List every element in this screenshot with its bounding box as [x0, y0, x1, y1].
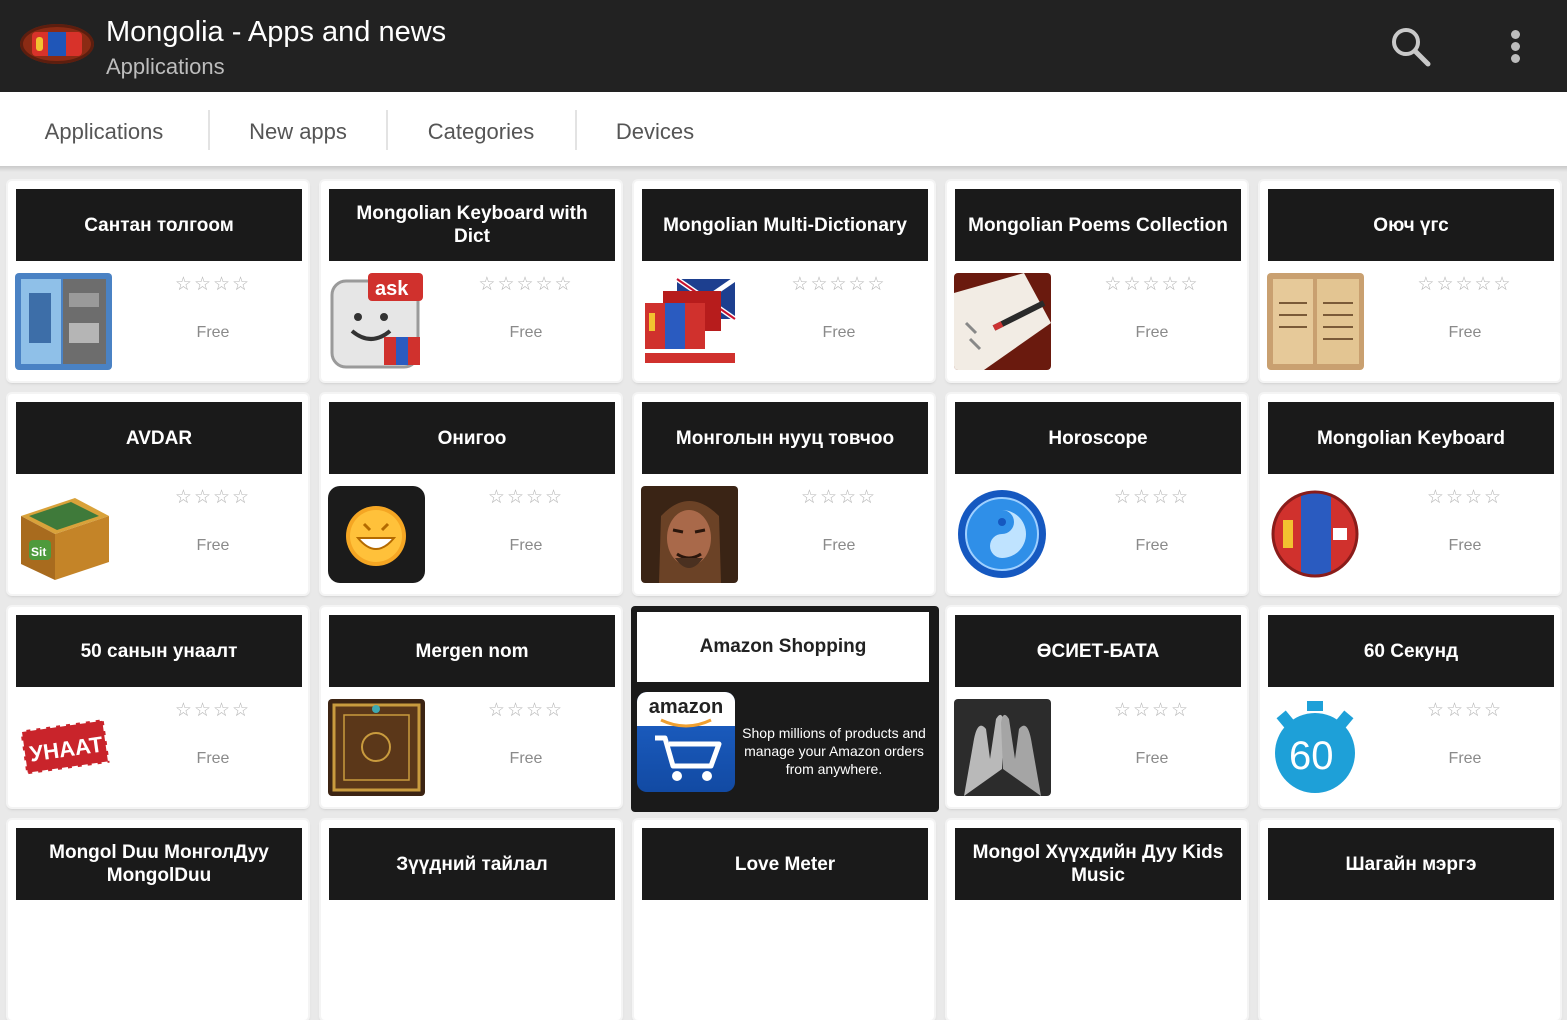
sponsored-ad-card[interactable]: Amazon Shopping amazon Shop millions of …	[631, 606, 939, 812]
rating-stars: ☆☆☆☆☆	[791, 274, 887, 295]
amazon-cart-icon: amazon	[637, 692, 735, 792]
app-price: Free	[509, 324, 543, 341]
rating-stars: ☆☆☆☆	[487, 487, 565, 508]
rating-stars: ☆☆☆☆	[1113, 700, 1191, 721]
app-price: Free	[196, 324, 230, 341]
keyboard-ask-icon: ask	[328, 273, 425, 370]
tab-bar: Applications New apps Categories Devices	[0, 92, 1567, 168]
tab-applications[interactable]: Applications	[14, 92, 194, 168]
rating-stars: ☆☆☆☆	[487, 700, 565, 721]
rating-stars: ☆☆☆☆☆	[478, 274, 574, 295]
app-card-title: Онигоо	[329, 402, 615, 474]
tab-categories[interactable]: Categories	[388, 92, 574, 168]
praying-hands-icon	[954, 699, 1051, 796]
app-card[interactable]: Mongolian Poems Collection ☆☆☆☆☆ Free	[947, 181, 1247, 381]
app-card[interactable]: Сантан толгоом ☆☆☆☆ Free	[8, 181, 308, 381]
app-price: Free	[196, 750, 230, 767]
rating-stars: ☆☆☆☆☆	[1417, 274, 1513, 295]
svg-text:Sit: Sit	[31, 545, 46, 559]
app-card-title: Mongol Duu МонголДуу MongolDuu	[16, 828, 302, 900]
app-price: Free	[1448, 324, 1482, 341]
tab-devices[interactable]: Devices	[577, 92, 733, 168]
app-card[interactable]: Зүүдний тайлал	[321, 820, 621, 1020]
rating-stars: ☆☆☆☆	[1426, 700, 1504, 721]
app-card-title: 60 Секунд	[1268, 615, 1554, 687]
app-card[interactable]: Онигоо ☆☆☆☆ Free	[321, 394, 621, 594]
rating-stars: ☆☆☆☆☆	[1104, 274, 1200, 295]
app-card[interactable]: Оюч үгс ☆☆☆☆☆ Free	[1260, 181, 1560, 381]
app-price: Free	[1448, 750, 1482, 767]
app-card[interactable]: Mongolian Keyboard with Dict ask ☆☆☆☆☆ F…	[321, 181, 621, 381]
app-card-title: Зүүдний тайлал	[329, 828, 615, 900]
app-price: Free	[1135, 750, 1169, 767]
rating-stars: ☆☆☆☆	[1113, 487, 1191, 508]
app-card[interactable]: Монголын нууц товчоо ☆☆☆☆ Free	[634, 394, 934, 594]
app-card-title: AVDAR	[16, 402, 302, 474]
smiley-face-icon	[328, 486, 425, 583]
app-card-title: Mongolian Multi-Dictionary	[642, 189, 928, 261]
rating-stars: ☆☆☆☆	[174, 487, 252, 508]
app-card[interactable]: Mongolian Keyboard ☆☆☆☆ Free	[1260, 394, 1560, 594]
app-card[interactable]: Mergen nom ☆☆☆☆ Free	[321, 607, 621, 807]
puzzle-app-icon	[15, 273, 112, 370]
app-card-title: 50 санын унаалт	[16, 615, 302, 687]
app-price: Free	[509, 537, 543, 554]
rating-stars: ☆☆☆☆	[1426, 487, 1504, 508]
ornate-book-icon	[328, 699, 425, 796]
app-card[interactable]: 60 Секунд 60 ☆☆☆☆ Free	[1260, 607, 1560, 807]
overflow-menu-icon[interactable]	[1496, 22, 1536, 72]
app-card-title: Оюч үгс	[1268, 189, 1554, 261]
app-card[interactable]: Horoscope ☆☆☆☆ Free	[947, 394, 1247, 594]
app-price: Free	[509, 750, 543, 767]
app-price: Free	[1448, 537, 1482, 554]
app-price: Free	[1135, 324, 1169, 341]
stopwatch-60-icon: 60	[1267, 699, 1364, 796]
app-card[interactable]: Mongol Duu МонголДуу MongolDuu	[8, 820, 308, 1020]
app-bar: Mongolia - Apps and news Applications	[0, 0, 1567, 92]
app-card[interactable]: ӨСИЕТ-БАТА ☆☆☆☆ Free	[947, 607, 1247, 807]
unaat-ticket-icon: УНААТ	[15, 699, 112, 796]
tab-new-apps[interactable]: New apps	[210, 92, 386, 168]
app-subtitle: Applications	[106, 54, 225, 79]
yin-yang-zodiac-icon	[954, 486, 1051, 583]
svg-text:60: 60	[1289, 734, 1334, 778]
search-icon[interactable]	[1384, 22, 1438, 72]
old-manuscript-icon	[1267, 273, 1364, 370]
flags-dictionary-icon	[641, 273, 738, 370]
app-title: Mongolia - Apps and news	[106, 16, 447, 48]
ad-title: Amazon Shopping	[637, 612, 929, 682]
mongolia-flag-logo-icon[interactable]	[20, 24, 94, 64]
app-card-title: Love Meter	[642, 828, 928, 900]
app-card[interactable]: Love Meter	[634, 820, 934, 1020]
app-price: Free	[822, 537, 856, 554]
app-price: Free	[196, 537, 230, 554]
rating-stars: ☆☆☆☆	[800, 487, 878, 508]
app-card-title: Сантан толгоом	[16, 189, 302, 261]
treasure-box-icon: Sit	[15, 486, 112, 583]
chinggis-portrait-icon	[641, 486, 738, 583]
rating-stars: ☆☆☆☆	[174, 274, 252, 295]
app-card-title: Mergen nom	[329, 615, 615, 687]
flag-circle-icon	[1267, 486, 1364, 583]
app-card-title: ӨСИЕТ-БАТА	[955, 615, 1241, 687]
app-card-title: Монголын нууц товчоо	[642, 402, 928, 474]
app-card-title: Mongol Хүүхдийн Дуу Kids Music	[955, 828, 1241, 900]
svg-text:ask: ask	[375, 278, 409, 300]
app-card[interactable]: AVDAR Sit ☆☆☆☆ Free	[8, 394, 308, 594]
app-price: Free	[822, 324, 856, 341]
app-card[interactable]: Шагайн мэргэ	[1260, 820, 1560, 1020]
app-price: Free	[1135, 537, 1169, 554]
ad-description: Shop millions of products and manage you…	[742, 725, 926, 777]
app-card-title: Mongolian Keyboard with Dict	[329, 189, 615, 261]
app-card[interactable]: Mongolian Multi-Dictionary ☆☆☆☆☆ Free	[634, 181, 934, 381]
app-card[interactable]: Mongol Хүүхдийн Дуу Kids Music	[947, 820, 1247, 1020]
notebook-pen-icon	[954, 273, 1051, 370]
app-card-title: Mongolian Poems Collection	[955, 189, 1241, 261]
app-card-title: Horoscope	[955, 402, 1241, 474]
app-card-title: Mongolian Keyboard	[1268, 402, 1554, 474]
rating-stars: ☆☆☆☆	[174, 700, 252, 721]
app-card[interactable]: 50 санын унаалт УНААТ ☆☆☆☆ Free	[8, 607, 308, 807]
app-card-title: Шагайн мэргэ	[1268, 828, 1554, 900]
